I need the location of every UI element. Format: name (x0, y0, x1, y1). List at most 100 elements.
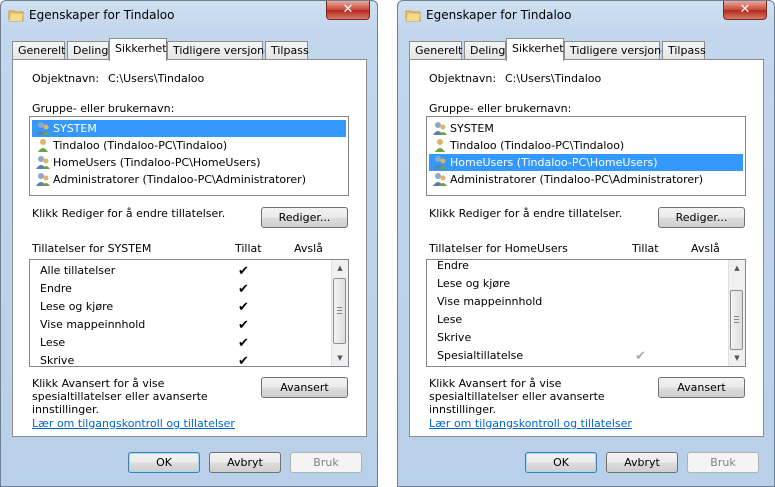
user-name: SYSTEM (450, 122, 494, 135)
allow-check-icon: ✔ (238, 318, 249, 333)
permission-name: Spesialtillatelse (437, 349, 524, 362)
tab-sharing[interactable]: Deling (464, 41, 506, 60)
learn-more-link[interactable]: Lær om tilgangskontroll og tillatelser (32, 417, 235, 430)
user-name: Administratorer (Tindaloo-PC\Administrat… (53, 173, 306, 186)
permission-row: Lese ✔ (30, 334, 333, 352)
user-icon (38, 139, 48, 152)
cancel-button[interactable]: Avbryt (606, 452, 678, 473)
close-icon: ✕ (739, 2, 751, 17)
allow-header: Tillat (632, 242, 659, 255)
grip-line (734, 316, 739, 317)
edit-hint: Klikk Rediger for å endre tillatelser. (429, 207, 623, 220)
close-button[interactable]: ✕ (723, 1, 767, 20)
title-bar[interactable]: Egenskaper for Tindaloo ✕ (1, 1, 377, 31)
users-group-icon (36, 156, 50, 169)
permission-row: Skrive (427, 329, 730, 347)
allow-check-icon: ✔ (238, 354, 249, 367)
deny-header: Avslå (294, 242, 323, 255)
tab-security[interactable]: Sikkerhet (506, 38, 564, 61)
scroll-thumb[interactable] (730, 290, 743, 350)
security-panel: Objektnavn: C:\Users\Tindaloo Gruppe- el… (12, 59, 367, 437)
tab-customize[interactable]: Tilpass (662, 41, 706, 60)
tab-sharing[interactable]: Deling (67, 41, 109, 60)
advanced-hint: Klikk Avansert for å vise spesialtillate… (429, 377, 605, 416)
tab-general[interactable]: Generelt (409, 41, 462, 60)
permission-row: Vise mappeinnhold ✔ (30, 316, 333, 334)
user-row-administrators[interactable]: Administratorer (Tindaloo-PC\Administrat… (32, 171, 346, 188)
object-name-label: Objektnavn: (32, 72, 100, 85)
tab-previous-versions[interactable]: Tidligere versjoner (564, 41, 672, 60)
advanced-button[interactable]: Avansert (658, 377, 745, 398)
scroll-thumb[interactable] (333, 278, 346, 344)
users-group-icon (433, 156, 447, 169)
users-listbox[interactable]: SYSTEM Tindaloo (Tindaloo-PC\Tindaloo) H… (426, 116, 746, 196)
permission-row: Skrive ✔ (30, 352, 333, 367)
group-names-label: Gruppe- eller brukernavn: (32, 102, 175, 115)
permission-name: Skrive (40, 354, 75, 367)
permission-row: Lese og kjøre (427, 275, 730, 293)
edit-hint: Klikk Rediger for å endre tillatelser. (32, 207, 226, 220)
window-title: Egenskaper for Tindaloo (426, 8, 572, 22)
user-row-homeusers[interactable]: HomeUsers (Tindaloo-PC\HomeUsers) (32, 154, 346, 171)
user-row-system[interactable]: SYSTEM (32, 120, 346, 137)
close-button[interactable]: ✕ (326, 1, 370, 20)
permissions-scrollbar[interactable]: ▲ ▼ (331, 260, 348, 366)
permissions-header: Tillatelser for SYSTEM (32, 242, 152, 255)
folder-icon (405, 10, 421, 22)
permission-row: Vise mappeinnhold (427, 293, 730, 311)
scroll-up-icon[interactable]: ▲ (332, 260, 348, 276)
scroll-down-icon[interactable]: ▼ (729, 350, 745, 366)
apply-button[interactable]: Bruk (687, 452, 759, 473)
deny-header: Avslå (691, 242, 720, 255)
edit-button[interactable]: Rediger... (261, 207, 348, 228)
permission-name: Lese (40, 336, 66, 349)
ok-button[interactable]: OK (128, 452, 200, 473)
permission-row: Endre ✔ (30, 280, 333, 298)
user-row-homeusers[interactable]: HomeUsers (Tindaloo-PC\HomeUsers) (429, 154, 743, 171)
tab-general[interactable]: Generelt (12, 41, 65, 60)
users-listbox[interactable]: SYSTEM Tindaloo (Tindaloo-PC\Tindaloo) H… (29, 116, 349, 196)
permission-name: Lese og kjøre (40, 300, 114, 313)
user-icon (435, 139, 445, 152)
grip-line (337, 313, 342, 314)
user-name: Tindaloo (Tindaloo-PC\Tindaloo) (53, 139, 228, 152)
object-name-value: C:\Users\Tindaloo (108, 72, 205, 85)
cancel-button[interactable]: Avbryt (209, 452, 281, 473)
title-bar[interactable]: Egenskaper for Tindaloo ✕ (398, 1, 774, 31)
allow-check-icon: ✔ (238, 336, 249, 351)
user-name: Administratorer (Tindaloo-PC\Administrat… (450, 173, 703, 186)
tab-previous-versions[interactable]: Tidligere versjoner (167, 41, 275, 60)
permission-name: Skrive (437, 331, 472, 344)
security-panel: Objektnavn: C:\Users\Tindaloo Gruppe- el… (409, 59, 764, 437)
permissions-header: Tillatelser for HomeUsers (429, 242, 568, 255)
tab-security[interactable]: Sikkerhet (109, 38, 167, 61)
learn-more-link[interactable]: Lær om tilgangskontroll og tillatelser (429, 417, 632, 430)
permissions-scrollbar[interactable]: ▲ ▼ (728, 260, 745, 366)
permission-name: Endre (437, 259, 469, 272)
scroll-down-icon[interactable]: ▼ (332, 350, 348, 366)
close-icon: ✕ (342, 2, 354, 17)
user-row-tindaloo[interactable]: Tindaloo (Tindaloo-PC\Tindaloo) (429, 137, 743, 154)
edit-button[interactable]: Rediger... (658, 207, 745, 228)
user-row-tindaloo[interactable]: Tindaloo (Tindaloo-PC\Tindaloo) (32, 137, 346, 154)
scroll-up-icon[interactable]: ▲ (729, 260, 745, 276)
object-name-value: C:\Users\Tindaloo (505, 72, 602, 85)
group-names-label: Gruppe- eller brukernavn: (429, 102, 572, 115)
allow-header: Tillat (235, 242, 262, 255)
permission-row: Spesialtillatelse ✔ (427, 347, 730, 365)
ok-button[interactable]: OK (525, 452, 597, 473)
user-row-system[interactable]: SYSTEM (429, 120, 743, 137)
allow-check-icon: ✔ (238, 300, 249, 315)
users-group-icon (433, 173, 447, 186)
user-row-administrators[interactable]: Administratorer (Tindaloo-PC\Administrat… (429, 171, 743, 188)
tab-customize[interactable]: Tilpass (265, 41, 309, 60)
allow-check-icon: ✔ (238, 282, 249, 297)
apply-button[interactable]: Bruk (290, 452, 362, 473)
users-group-icon (36, 173, 50, 186)
users-group-icon (433, 122, 447, 135)
advanced-button[interactable]: Avansert (261, 377, 348, 398)
grip-line (337, 310, 342, 311)
permission-name: Lese (437, 313, 463, 326)
grip-line (734, 319, 739, 320)
permission-name: Lese og kjøre (437, 277, 511, 290)
